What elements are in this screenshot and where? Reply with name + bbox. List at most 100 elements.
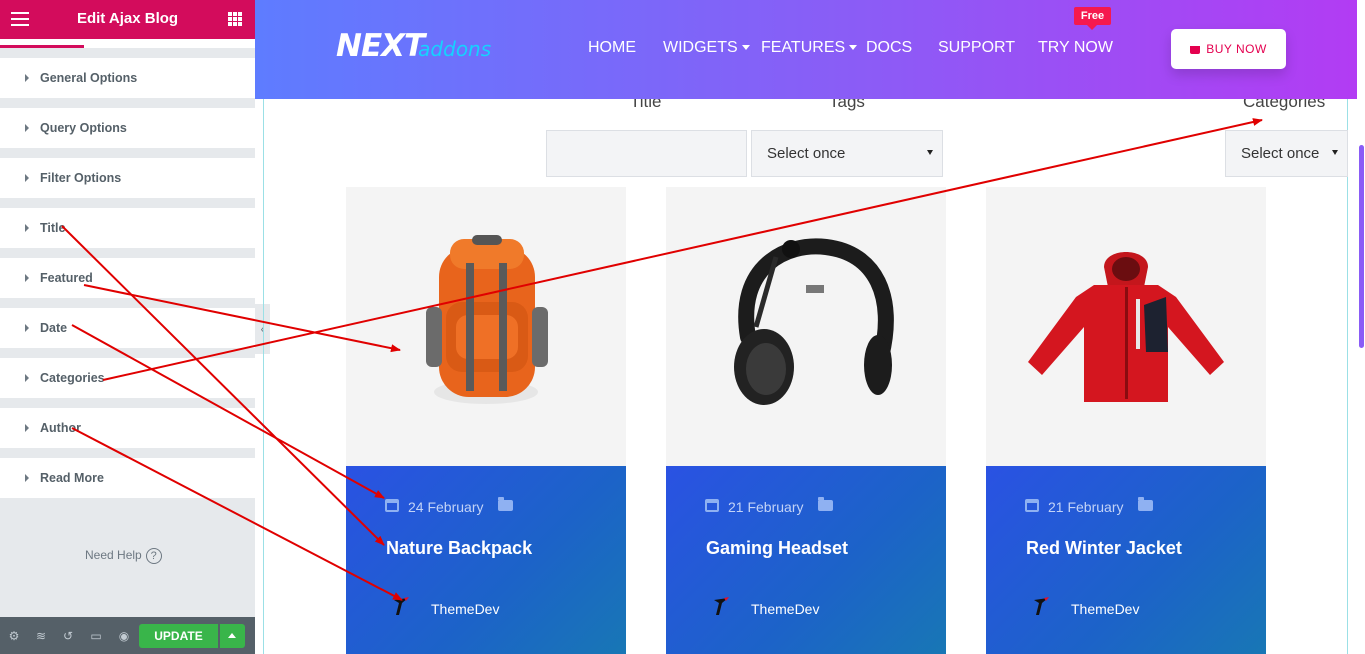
section-label: Query Options bbox=[40, 121, 127, 135]
section-label: Author bbox=[40, 421, 81, 435]
cart-icon bbox=[1190, 45, 1201, 54]
title-filter-input[interactable] bbox=[546, 130, 747, 177]
nav-widgets-label: WIDGETS bbox=[663, 39, 738, 56]
section-categories[interactable]: Categories bbox=[0, 358, 255, 398]
section-author[interactable]: Author bbox=[0, 408, 255, 448]
post-title[interactable]: Red Winter Jacket bbox=[1026, 538, 1182, 559]
panel-footer: ⚙ ≋ ↺ ▭ ◉ UPDATE bbox=[0, 617, 255, 654]
free-badge: Free bbox=[1074, 7, 1111, 30]
caret-right-icon bbox=[25, 224, 29, 232]
widgets-grid-icon[interactable] bbox=[228, 12, 242, 26]
calendar-icon bbox=[1025, 499, 1039, 512]
nav-docs[interactable]: DOCS bbox=[866, 39, 912, 57]
caret-right-icon bbox=[25, 174, 29, 182]
calendar-icon bbox=[705, 499, 719, 512]
red-jacket-image bbox=[1028, 252, 1224, 402]
folder-icon bbox=[818, 497, 833, 511]
settings-gear-icon[interactable]: ⚙ bbox=[7, 629, 21, 643]
folder-icon bbox=[1138, 497, 1153, 511]
preview-eye-icon[interactable]: ◉ bbox=[117, 629, 131, 643]
section-label: Date bbox=[40, 321, 68, 335]
post-date: 21 February bbox=[728, 499, 804, 515]
need-help-label: Need Help bbox=[85, 548, 142, 562]
select-arrow-icon bbox=[1332, 150, 1338, 155]
update-button[interactable]: UPDATE bbox=[139, 624, 218, 648]
caret-right-icon bbox=[25, 274, 29, 282]
post-card[interactable]: 24 February Nature Backpack ThemeDev bbox=[346, 187, 626, 654]
post-author[interactable]: ThemeDev bbox=[1071, 601, 1139, 617]
caret-right-icon bbox=[25, 324, 29, 332]
calendar-icon bbox=[385, 499, 399, 512]
caret-right-icon bbox=[25, 374, 29, 382]
categories-select-value: Select once bbox=[1241, 145, 1320, 162]
panel-header: Edit Ajax Blog bbox=[0, 0, 255, 39]
logo-sub-text: addons bbox=[418, 37, 492, 61]
post-title[interactable]: Gaming Headset bbox=[706, 538, 848, 559]
section-label: Filter Options bbox=[40, 171, 122, 185]
categories-select[interactable]: Select once bbox=[1225, 130, 1348, 177]
section-featured[interactable]: Featured bbox=[0, 258, 255, 298]
folder-icon bbox=[498, 497, 513, 511]
section-filter-options[interactable]: Filter Options bbox=[0, 158, 255, 198]
nav-widgets[interactable]: WIDGETS bbox=[663, 39, 750, 57]
post-title[interactable]: Nature Backpack bbox=[386, 538, 532, 559]
section-label: Title bbox=[40, 221, 66, 235]
tags-select-value: Select once bbox=[767, 145, 846, 162]
help-question-icon: ? bbox=[145, 548, 162, 564]
post-author[interactable]: ThemeDev bbox=[431, 601, 499, 617]
nav-features-label: FEATURES bbox=[761, 39, 846, 56]
author-avatar-icon bbox=[714, 597, 729, 615]
section-query-options[interactable]: Query Options bbox=[0, 108, 255, 148]
post-image-backpack[interactable] bbox=[346, 187, 626, 466]
responsive-desktop-icon[interactable]: ▭ bbox=[89, 629, 103, 643]
author-avatar-icon bbox=[394, 597, 409, 615]
section-label: General Options bbox=[40, 71, 138, 85]
section-label: Read More bbox=[40, 471, 104, 485]
active-tab-indicator bbox=[0, 45, 84, 48]
post-card[interactable]: 21 February Red Winter Jacket ThemeDev bbox=[986, 187, 1266, 654]
post-card-body: 21 February Gaming Headset ThemeDev bbox=[666, 466, 946, 654]
nav-support[interactable]: SUPPORT bbox=[938, 39, 1015, 57]
post-date: 21 February bbox=[1048, 499, 1124, 515]
panel-title: Edit Ajax Blog bbox=[76, 10, 179, 27]
section-read-more[interactable]: Read More bbox=[0, 458, 255, 498]
caret-right-icon bbox=[25, 124, 29, 132]
history-icon[interactable]: ↺ bbox=[61, 629, 75, 643]
nav-home[interactable]: HOME bbox=[588, 39, 636, 57]
chevron-down-icon bbox=[849, 45, 858, 51]
page-scrollbar-thumb[interactable] bbox=[1359, 145, 1364, 348]
navigator-layers-icon[interactable]: ≋ bbox=[34, 629, 48, 643]
post-card[interactable]: 21 February Gaming Headset ThemeDev bbox=[666, 187, 946, 654]
site-header: NEXTaddons HOME WIDGETS FEATURES DOCS SU… bbox=[255, 0, 1357, 99]
post-card-body: 24 February Nature Backpack ThemeDev bbox=[346, 466, 626, 654]
section-date[interactable]: Date bbox=[0, 308, 255, 348]
panel-tab-bar[interactable] bbox=[0, 39, 255, 48]
post-date: 24 February bbox=[408, 499, 484, 515]
black-headset-image bbox=[734, 238, 894, 405]
editor-panel: Edit Ajax Blog General Options Query Opt… bbox=[0, 0, 255, 654]
nav-features[interactable]: FEATURES bbox=[761, 39, 858, 57]
nav-try-now[interactable]: TRY NOW bbox=[1038, 39, 1113, 57]
post-author[interactable]: ThemeDev bbox=[751, 601, 819, 617]
post-image-headset[interactable] bbox=[666, 187, 946, 466]
post-image-jacket[interactable] bbox=[986, 187, 1266, 466]
caret-right-icon bbox=[25, 74, 29, 82]
chevron-down-icon bbox=[741, 45, 750, 51]
buy-now-button[interactable]: BUY NOW bbox=[1171, 29, 1286, 69]
section-general-options[interactable]: General Options bbox=[0, 58, 255, 98]
author-avatar-icon bbox=[1034, 597, 1049, 615]
section-title[interactable]: Title bbox=[0, 208, 255, 248]
section-label: Categories bbox=[40, 371, 105, 385]
update-options-arrow-icon[interactable] bbox=[220, 624, 245, 648]
tags-select[interactable]: Select once bbox=[751, 130, 943, 177]
caret-right-icon bbox=[25, 474, 29, 482]
select-arrow-icon bbox=[927, 150, 933, 155]
section-label: Featured bbox=[40, 271, 93, 285]
nextaddons-logo[interactable]: NEXTaddons bbox=[336, 28, 491, 68]
post-card-body: 21 February Red Winter Jacket ThemeDev bbox=[986, 466, 1266, 654]
orange-backpack-image bbox=[426, 235, 548, 404]
caret-right-icon bbox=[25, 424, 29, 432]
buy-now-label: BUY NOW bbox=[1206, 42, 1267, 56]
logo-main-text: NEXT bbox=[336, 28, 425, 64]
need-help-link[interactable]: Need Help? bbox=[85, 548, 162, 564]
